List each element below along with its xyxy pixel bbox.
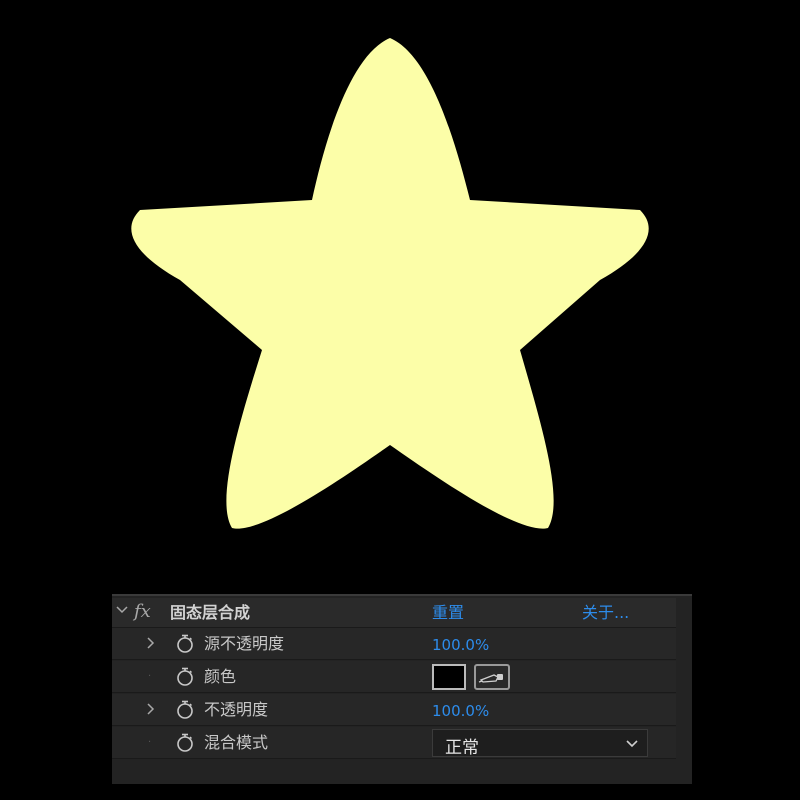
property-label: 源不透明度: [204, 634, 285, 653]
effect-controls-panel: fx 固态层合成 重置 关于... 源不透明度 100.0% · 颜色 不透明度…: [112, 594, 692, 784]
blend-mode-select[interactable]: 正常: [432, 729, 648, 758]
row-marker: ·: [148, 671, 152, 682]
about-link[interactable]: 关于...: [582, 603, 629, 623]
property-label: 不透明度: [204, 700, 269, 719]
effect-name: 固态层合成: [170, 603, 251, 622]
color-swatch-fill: [436, 668, 462, 686]
property-row-blend-mode: · 混合模式 正常: [112, 727, 676, 759]
property-row-color: · 颜色: [112, 661, 676, 693]
stopwatch-icon[interactable]: [176, 700, 194, 720]
effect-header-row: fx 固态层合成 重置 关于...: [112, 598, 676, 628]
opacity-value[interactable]: 100.0%: [432, 701, 489, 721]
expand-chevron-icon[interactable]: [146, 636, 156, 654]
eyedropper-icon: [478, 674, 503, 683]
property-label: 颜色: [204, 667, 237, 686]
property-label: 混合模式: [204, 733, 269, 752]
stopwatch-icon[interactable]: [176, 733, 194, 753]
stopwatch-icon[interactable]: [176, 667, 194, 687]
collapse-chevron-icon[interactable]: [116, 604, 128, 620]
expand-chevron-icon[interactable]: [146, 702, 156, 720]
property-row-opacity: 不透明度 100.0%: [112, 694, 676, 726]
reset-link[interactable]: 重置: [432, 603, 464, 623]
blend-mode-value: 正常: [445, 738, 479, 758]
property-row-source-opacity: 源不透明度 100.0%: [112, 628, 676, 660]
chevron-down-icon: [625, 735, 639, 754]
fx-icon[interactable]: fx: [134, 601, 151, 622]
eyedropper-button[interactable]: [474, 664, 510, 690]
stopwatch-icon[interactable]: [176, 634, 194, 654]
star-shape[interactable]: [131, 38, 649, 529]
star-shape-canvas: [131, 38, 649, 529]
composition-canvas: [0, 0, 800, 590]
source-opacity-value[interactable]: 100.0%: [432, 635, 489, 655]
color-swatch[interactable]: [432, 664, 466, 690]
row-marker: ·: [148, 737, 152, 748]
